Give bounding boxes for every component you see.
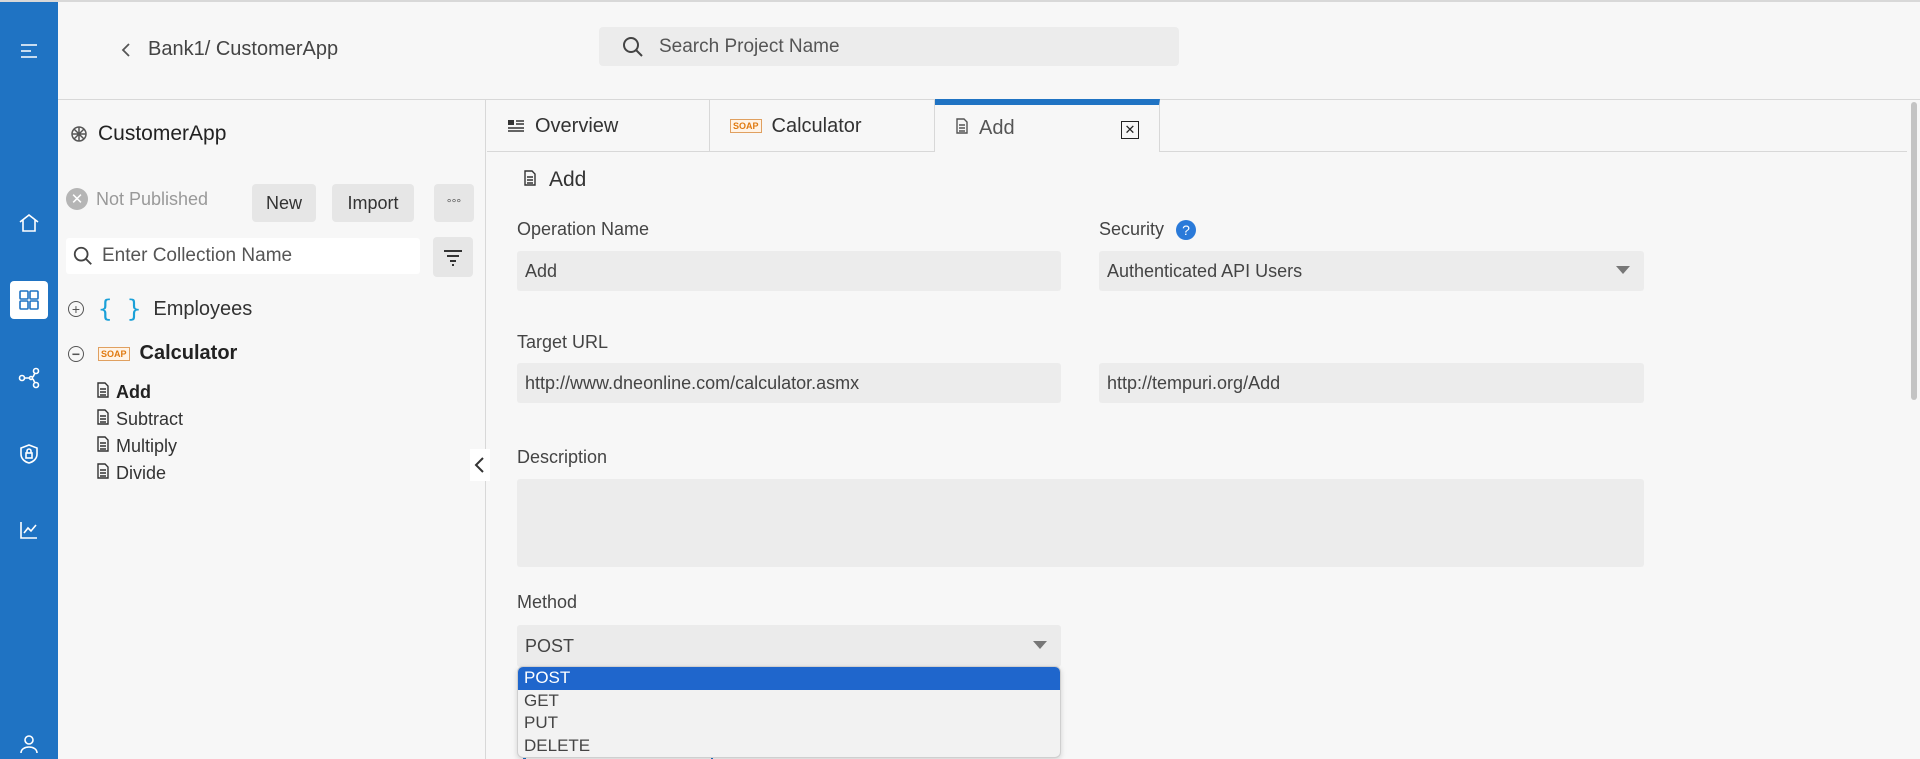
security-select[interactable]: Authenticated API Users: [1099, 251, 1644, 291]
not-published-icon: ✕: [66, 188, 88, 210]
target-url-field[interactable]: http://www.dneonline.com/calculator.asmx: [517, 363, 1061, 403]
filter-button[interactable]: [433, 237, 473, 277]
collection-search: [66, 238, 420, 274]
operation-add[interactable]: Add: [96, 382, 151, 403]
scrollbar-thumb[interactable]: [1911, 102, 1917, 400]
help-icon[interactable]: ?: [1176, 220, 1197, 241]
publish-status: ✕ Not Published: [66, 188, 208, 210]
chart-icon[interactable]: [14, 515, 44, 545]
security-label-text: Security: [1099, 219, 1165, 239]
tab-overview[interactable]: Overview: [487, 100, 710, 152]
filter-icon: [444, 250, 462, 266]
target-url-label: Target URL: [517, 332, 609, 352]
method-option-delete[interactable]: DELETE: [518, 735, 1060, 758]
expand-icon[interactable]: +: [68, 301, 84, 317]
chevron-left-icon[interactable]: [118, 42, 134, 58]
soap-icon: SOAP: [98, 346, 130, 361]
document-icon: [96, 382, 110, 403]
chevron-down-icon: [1033, 641, 1047, 649]
operation-subtract[interactable]: Subtract: [96, 409, 183, 430]
soap-icon: SOAP: [730, 119, 762, 133]
method-label: Method: [517, 592, 578, 612]
operation-name-field[interactable]: Add: [517, 251, 1061, 291]
close-icon[interactable]: ✕: [1121, 121, 1139, 139]
collapse-icon[interactable]: −: [68, 345, 84, 362]
import-button[interactable]: Import: [332, 184, 414, 222]
operation-multiply[interactable]: Multiply: [96, 436, 177, 457]
collection-name[interactable]: Calculator: [140, 342, 238, 365]
menu-icon[interactable]: [14, 36, 44, 66]
user-icon[interactable]: [14, 729, 44, 759]
operation-name-label: Operation Name: [517, 219, 650, 239]
publish-status-text: Not Published: [96, 188, 209, 209]
tab-label[interactable]: Calculator: [772, 115, 862, 138]
method-option-post[interactable]: POST: [518, 667, 1060, 690]
project-title-text: CustomerApp: [98, 122, 227, 145]
chevron-down-icon: [1616, 266, 1630, 274]
vertical-scrollbar[interactable]: [1908, 100, 1920, 759]
more-options-button[interactable]: °°°: [434, 184, 474, 222]
security-label: Security?: [1099, 219, 1197, 241]
operation-label[interactable]: Multiply: [116, 436, 177, 457]
collection-name[interactable]: Employees: [153, 298, 252, 321]
shield-icon[interactable]: [14, 439, 44, 469]
search-icon: [73, 246, 92, 265]
new-button[interactable]: New: [252, 184, 316, 222]
operation-label[interactable]: Subtract: [116, 409, 183, 430]
breadcrumb[interactable]: Bank1/ CustomerApp: [118, 38, 338, 61]
nav-rail: [0, 2, 58, 759]
chevron-left-icon: [474, 457, 484, 473]
home-icon[interactable]: [14, 208, 44, 238]
overview-icon: [508, 120, 524, 132]
tab-add[interactable]: Add ✕: [935, 99, 1160, 152]
tab-label[interactable]: Overview: [535, 115, 618, 138]
collections-sidebar: CustomerApp ✕ Not Published New Import °…: [58, 100, 486, 759]
method-option-get[interactable]: GET: [518, 690, 1060, 713]
collection-search-input[interactable]: [102, 245, 412, 267]
description-label: Description: [517, 447, 608, 467]
tab-label[interactable]: Add: [979, 117, 1015, 140]
search-icon: [623, 36, 643, 57]
operation-editor: Add Operation Name Add Security? Authent…: [487, 153, 1907, 759]
method-dropdown: POST GET PUT DELETE: [517, 666, 1061, 758]
project-icon: [71, 126, 87, 142]
document-icon: [523, 168, 537, 192]
project-search-input[interactable]: [659, 35, 1139, 58]
soap-action-field[interactable]: http://tempuri.org/Add: [1099, 363, 1644, 403]
document-icon: [96, 436, 110, 457]
json-braces-icon: { }: [98, 295, 142, 323]
document-icon: [96, 463, 110, 484]
tab-bar: Overview SOAP Calculator Add ✕: [487, 99, 1907, 152]
method-option-put[interactable]: PUT: [518, 712, 1060, 735]
project-title: CustomerApp: [70, 122, 226, 146]
security-value: Authenticated API Users: [1107, 260, 1303, 281]
collection-calculator[interactable]: − SOAP Calculator: [68, 342, 237, 365]
page-title: Add: [523, 168, 586, 192]
operation-label[interactable]: Add: [116, 382, 151, 403]
page-title-text: Add: [549, 168, 587, 191]
operation-label[interactable]: Divide: [116, 463, 166, 484]
app-header: Bank1/ CustomerApp: [58, 2, 1920, 100]
project-search: [599, 27, 1179, 66]
operation-divide[interactable]: Divide: [96, 463, 166, 484]
method-value: POST: [525, 635, 575, 656]
document-icon: [955, 117, 969, 140]
dashboard-icon[interactable]: [10, 281, 48, 319]
document-icon: [96, 409, 110, 430]
share-icon[interactable]: [14, 363, 44, 393]
tab-calculator[interactable]: SOAP Calculator: [710, 100, 935, 152]
breadcrumb-text[interactable]: Bank1/ CustomerApp: [148, 38, 338, 61]
description-field[interactable]: [517, 479, 1644, 567]
collection-employees[interactable]: + { } Employees: [68, 295, 252, 323]
method-select[interactable]: POST: [517, 625, 1061, 667]
